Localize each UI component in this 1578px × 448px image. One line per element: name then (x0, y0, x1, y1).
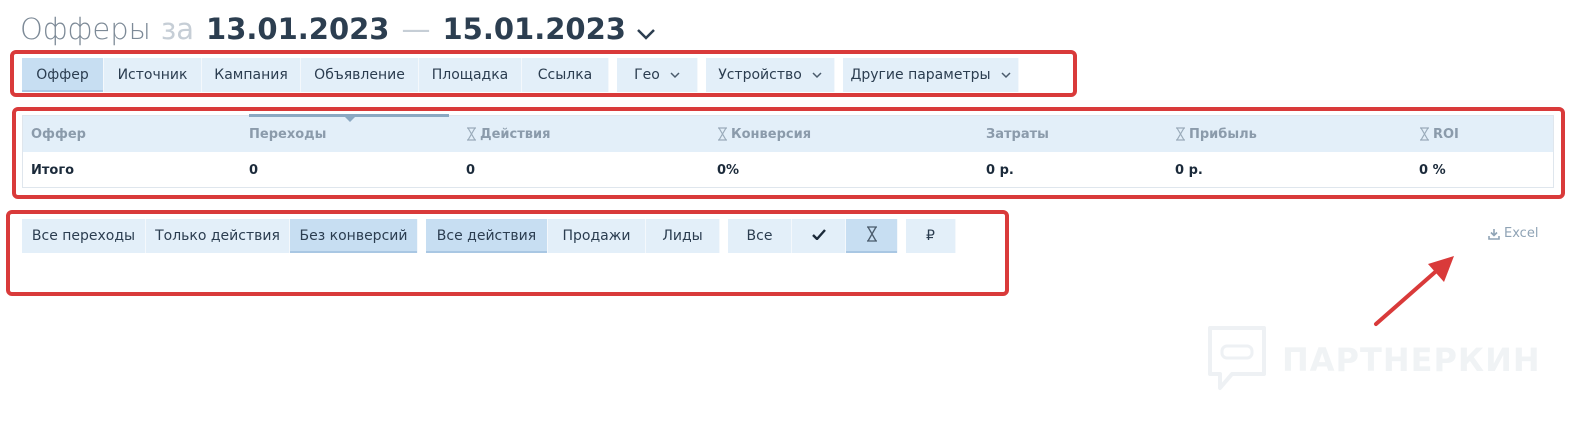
dropdown-other-params[interactable]: Другие параметры (843, 58, 1019, 92)
tab-label: Площадка (431, 67, 509, 83)
title-text: Офферы (20, 12, 151, 46)
column-label: Переходы (249, 126, 327, 142)
tab-link[interactable]: Ссылка (522, 58, 609, 92)
tab-platform[interactable]: Площадка (419, 58, 522, 92)
column-label: Прибыль (1189, 126, 1257, 142)
chevron-down-icon (670, 69, 680, 82)
title-za: за (160, 12, 195, 46)
col-actions[interactable]: Действия (466, 116, 550, 152)
filter-status-paid[interactable]: ₽ (906, 219, 956, 253)
sort-arrow-icon (345, 117, 355, 122)
column-label: ROI (1433, 126, 1459, 142)
total-roi: 0 % (1419, 162, 1446, 178)
group-by-tabs: Оффер Источник Кампания Объявление Площа… (22, 58, 1019, 92)
excel-export-button[interactable]: Excel (1488, 226, 1538, 241)
tab-campaign[interactable]: Кампания (202, 58, 301, 92)
filter-all-actions[interactable]: Все действия (426, 219, 548, 253)
filter-status-all[interactable]: Все (728, 219, 792, 253)
hourglass-icon (466, 127, 477, 141)
dropdown-label: Устройство (718, 67, 802, 83)
tab-offer[interactable]: Оффер (22, 58, 104, 92)
col-roi[interactable]: ROI (1419, 116, 1459, 152)
tab-label: Ссылка (537, 67, 593, 83)
dropdown-label: Другие параметры (850, 67, 991, 83)
col-offer[interactable]: Оффер (31, 116, 86, 152)
date-to[interactable]: 15.01.2023 (443, 12, 626, 46)
tab-label: Кампания (214, 67, 288, 83)
filter-no-conversions[interactable]: Без конверсий (290, 219, 418, 253)
tab-label: Оффер (36, 67, 89, 83)
hourglass-icon (717, 127, 728, 141)
chevron-down-icon (1001, 69, 1011, 82)
hourglass-icon (866, 226, 878, 246)
dropdown-geo[interactable]: Гео (617, 58, 698, 92)
total-profit: 0 р. (1175, 162, 1203, 178)
dropdown-device[interactable]: Устройство (706, 58, 835, 92)
hourglass-icon (1175, 127, 1186, 141)
filter-all-clicks[interactable]: Все переходы (22, 219, 146, 253)
table-row: Итого 0 0 0% 0 р. 0 р. 0 % (23, 152, 1553, 188)
chevron-down-icon (812, 69, 822, 82)
column-label: Действия (480, 126, 551, 142)
excel-label: Excel (1504, 226, 1539, 241)
filter-label: Без конверсий (299, 228, 408, 244)
column-label: Оффер (31, 126, 86, 142)
total-costs: 0 р. (986, 162, 1014, 178)
column-label: Конверсия (731, 126, 812, 142)
filter-label: Только действия (155, 228, 280, 244)
ruble-icon: ₽ (926, 228, 935, 244)
filter-status-approved[interactable] (792, 219, 846, 253)
watermark: ПАРТНЕРКИН (1206, 324, 1541, 396)
tab-label: Объявление (314, 67, 405, 83)
filter-leads[interactable]: Лиды (646, 219, 720, 253)
checkmark-icon (811, 228, 826, 244)
tab-ad[interactable]: Объявление (301, 58, 419, 92)
col-conversion[interactable]: Конверсия (717, 116, 811, 152)
filter-sales[interactable]: Продажи (548, 219, 646, 253)
filter-label: Лиды (662, 228, 703, 244)
dropdown-label: Гео (634, 67, 660, 83)
watermark-logo-icon (1206, 324, 1268, 396)
col-costs[interactable]: Затраты (986, 116, 1049, 152)
filter-label: Продажи (562, 228, 631, 244)
annotation-arrow-icon (1374, 256, 1454, 326)
column-label: Затраты (986, 126, 1049, 142)
filter-only-actions[interactable]: Только действия (146, 219, 290, 253)
page-title: Офферы за 13.01.2023 — 15.01.2023 (20, 12, 656, 56)
watermark-text: ПАРТНЕРКИН (1282, 341, 1541, 379)
filter-label: Все действия (436, 228, 537, 244)
date-chevron-down-icon[interactable] (636, 25, 656, 44)
col-clicks[interactable]: Переходы (249, 116, 326, 152)
total-actions: 0 (466, 162, 476, 178)
date-from[interactable]: 13.01.2023 (206, 12, 389, 46)
col-profit[interactable]: Прибыль (1175, 116, 1257, 152)
total-conversion: 0% (717, 162, 740, 178)
date-dash: — (401, 12, 431, 46)
filter-label: Все переходы (31, 228, 136, 244)
filter-status-pending[interactable] (846, 219, 898, 253)
filter-buttons: Все переходы Только действия Без конверс… (22, 219, 956, 253)
tab-source[interactable]: Источник (104, 58, 202, 92)
hourglass-icon (1419, 127, 1430, 141)
total-label: Итого (31, 162, 75, 178)
tab-label: Источник (117, 67, 188, 83)
total-clicks: 0 (249, 162, 259, 178)
filter-label: Все (746, 228, 773, 244)
table-header: Оффер Переходы Действия Конверсия Затрат… (23, 114, 1553, 152)
download-icon (1488, 228, 1500, 240)
stats-table: Оффер Переходы Действия Конверсия Затрат… (22, 114, 1554, 188)
